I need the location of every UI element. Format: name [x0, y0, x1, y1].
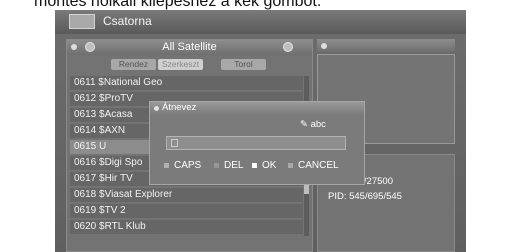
channel-row[interactable]: 0619 $TV 2 [70, 204, 303, 218]
pencil-icon: ✎ [300, 119, 311, 130]
info-pid: PID: 545/695/545 [328, 191, 402, 202]
rename-dialog: Átnevez ✎ abc CAPS DEL OK CANCEL [149, 101, 365, 185]
preview-dot-icon [321, 43, 327, 49]
channel-row[interactable]: 0620 $RTL Klub [70, 220, 303, 234]
dialog-header: Átnevez [150, 102, 364, 115]
text-cursor [171, 139, 178, 147]
channel-row[interactable]: 0611 $National Geo [70, 76, 303, 90]
ok-option[interactable]: OK [252, 160, 276, 171]
rename-input[interactable] [166, 136, 346, 150]
input-mode-label: abc [310, 119, 326, 130]
ok-key-icon [252, 162, 257, 168]
del-key-icon [214, 162, 219, 168]
tab-szerkeszt[interactable]: Szerkeszt [158, 59, 203, 70]
window-title: Csatorna [103, 14, 152, 28]
tab-rendez[interactable]: Rendez [111, 59, 156, 70]
next-satellite-button[interactable] [283, 42, 293, 52]
input-mode-indicator: ✎ abc [300, 119, 326, 130]
caps-key-icon [164, 162, 169, 168]
del-option[interactable]: DEL [214, 160, 243, 171]
channel-row[interactable]: 0618 $Viasat Explorer [70, 188, 303, 202]
dialog-dot-icon [154, 106, 159, 111]
tab-torol[interactable]: Torol [221, 59, 266, 70]
channel-icon [69, 14, 95, 29]
caps-option[interactable]: CAPS [164, 160, 201, 171]
cancel-option[interactable]: CANCEL [288, 160, 339, 171]
dialog-title: Átnevez [162, 102, 197, 113]
satellite-header: All Satellite [67, 40, 312, 55]
window-titlebar: Csatorna [55, 10, 466, 34]
satellite-name: All Satellite [162, 41, 217, 53]
tv-screen: Csatorna All Satellite Rendez Szerkeszt … [55, 10, 466, 252]
cancel-key-icon [288, 162, 293, 168]
preview-header [317, 39, 455, 52]
